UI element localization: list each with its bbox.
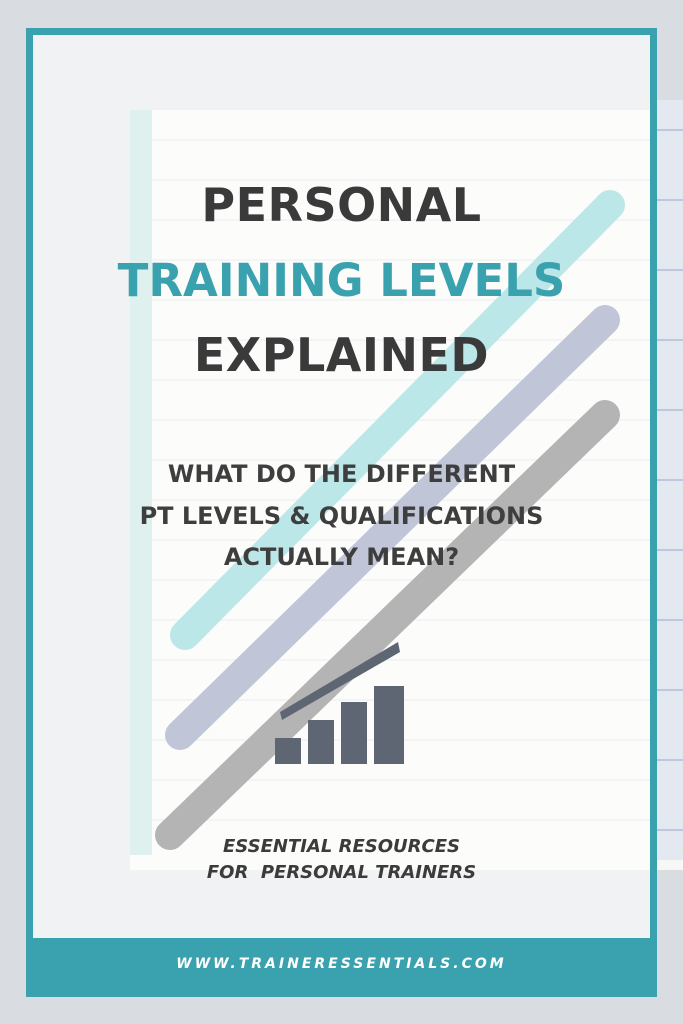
footer-url-link[interactable]: WWW.TRAINERESSENTIALS.COM (176, 956, 506, 972)
bar-3 (341, 702, 367, 764)
tagline-line-2: FOR PERSONAL TRAINERS (206, 862, 477, 883)
footer-bar: WWW.TRAINERESSENTIALS.COM (33, 938, 650, 990)
subheadline-line-1: WHAT DO THE DIFFERENT (167, 460, 516, 488)
subheadline-line-3: ACTUALLY MEAN? (223, 543, 460, 571)
bar-chart-growth-icon (275, 642, 404, 764)
subheadline-line-2: PT LEVELS & QUALIFICATIONS (139, 502, 544, 530)
bar-2 (308, 720, 334, 764)
bar-4 (374, 686, 404, 764)
headline-line-2: TRAINING LEVELS (117, 254, 566, 307)
headline-line-3: EXPLAINED (193, 328, 490, 382)
bar-1 (275, 738, 301, 764)
tagline-line-1: ESSENTIAL RESOURCES (223, 836, 460, 857)
headline-line-1: PERSONAL (201, 178, 482, 232)
